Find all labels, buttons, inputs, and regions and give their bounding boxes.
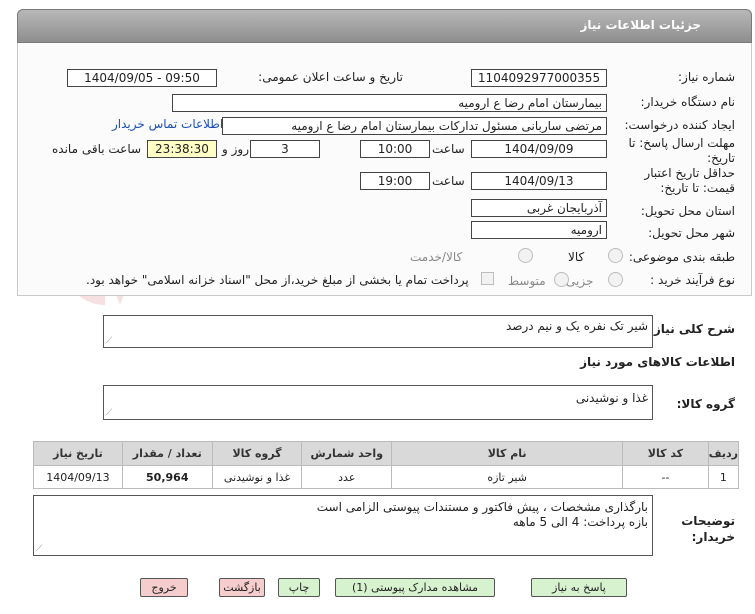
cell-goods-name: شیر تازه xyxy=(391,465,624,489)
goods-group-label: گروه کالا: xyxy=(676,397,735,411)
col-header-goods-group: گروه کالا xyxy=(211,441,303,466)
goods-table: تاریخ نیاز تعداد / مقدار گروه کالا واحد … xyxy=(33,441,740,489)
announce-date-field: 1404/09/05 - 09:50 xyxy=(67,69,217,87)
province-field: آذربایجان غربی xyxy=(471,199,607,217)
need-number-field: 1104092977000355 xyxy=(471,69,607,87)
payment-note: پرداخت تمام یا بخشی از مبلغ خرید،از محل … xyxy=(86,273,469,287)
city-label: شهر محل تحویل: xyxy=(648,226,735,240)
notes-line-1: بارگذاری مشخصات ، پیش فاکتور و مستندات پ… xyxy=(316,500,648,514)
resize-grip-icon: ⟋ xyxy=(36,544,43,554)
goods-group-text: غذا و نوشیدنی xyxy=(575,391,648,405)
deadline-label-2: تاریخ: xyxy=(707,151,735,165)
resize-grip-icon: ⟋ xyxy=(106,408,113,418)
validity-date-field: 1404/09/13 xyxy=(471,172,607,190)
table-header-row: تاریخ نیاز تعداد / مقدار گروه کالا واحد … xyxy=(33,441,740,466)
summary-text: شیر تک نفره یک و نیم درصد xyxy=(505,319,648,333)
cell-row-number: 1 xyxy=(707,465,740,489)
remaining-label: ساعت باقی مانده xyxy=(52,142,142,156)
table-row: 1404/09/13 50,964 غذا و نوشیدنی عدد شیر … xyxy=(33,465,740,489)
process-radio-medium[interactable] xyxy=(554,272,569,287)
cell-goods-code: -- xyxy=(622,465,709,489)
back-button[interactable]: بازگشت xyxy=(219,578,265,597)
cell-quantity: 50,964 xyxy=(121,465,213,489)
col-header-quantity: تعداد / مقدار xyxy=(121,441,213,466)
goods-group-textarea: غذا و نوشیدنی ⟋ xyxy=(103,385,653,420)
days-label: روز و xyxy=(222,142,249,156)
col-header-goods-name: نام کالا xyxy=(391,441,624,466)
resize-grip-icon: ⟋ xyxy=(106,336,113,346)
goods-section-title: اطلاعات کالاهای مورد نیاز xyxy=(580,355,735,369)
col-header-row: ردیف xyxy=(707,441,740,466)
process-option-minor: جزیی xyxy=(566,274,594,288)
deadline-label: مهلت ارسال پاسخ: تا xyxy=(628,136,735,150)
category-label: طبقه بندی موضوعی: xyxy=(628,250,735,264)
buyer-org-label: نام دستگاه خریدار: xyxy=(640,95,736,109)
creator-label: ایجاد کننده درخواست: xyxy=(624,118,735,132)
notes-label: توضیحات xyxy=(681,514,735,528)
deadline-date-field: 1404/09/09 xyxy=(471,140,607,158)
province-label: استان محل تحویل: xyxy=(640,204,735,218)
validity-time-label: ساعت xyxy=(432,174,465,188)
col-header-goods-code: کد کالا xyxy=(622,441,709,466)
page-header: جزئیات اطلاعات نیاز xyxy=(17,9,752,43)
cell-need-date: 1404/09/13 xyxy=(33,465,123,489)
exit-button[interactable]: خروج xyxy=(140,578,188,597)
view-attachments-button[interactable]: مشاهده مدارک پیوستی (1) xyxy=(335,578,495,597)
process-radio-minor[interactable] xyxy=(608,272,623,287)
cell-goods-group: غذا و نوشیدنی xyxy=(211,465,303,489)
creator-field: مرتضی ساربانی مسئول تدارکات بیمارستان ام… xyxy=(222,117,607,135)
category-radio-goods-service[interactable] xyxy=(518,248,533,263)
print-button[interactable]: چاپ xyxy=(278,578,320,597)
treasury-checkbox[interactable] xyxy=(481,272,494,285)
category-option-goods-service: کالا/خدمت xyxy=(410,250,463,264)
validity-label: حداقل تاریخ اعتبار xyxy=(644,166,735,180)
process-label: نوع فرآیند خرید : xyxy=(650,273,735,287)
cell-unit: عدد xyxy=(301,465,393,489)
category-radio-goods[interactable] xyxy=(608,248,623,263)
notes-textarea: بارگذاری مشخصات ، پیش فاکتور و مستندات پ… xyxy=(33,495,653,556)
buyer-org-field: بیمارستان امام رضا ع ارومیه xyxy=(172,94,607,112)
notes-label-2: خریدار: xyxy=(691,530,735,544)
remaining-time-field: 23:38:30 xyxy=(147,140,217,158)
validity-time-field: 19:00 xyxy=(360,172,430,190)
category-option-goods: کالا xyxy=(568,250,585,264)
summary-label: شرح کلی نیاز: xyxy=(649,322,735,336)
deadline-time-label: ساعت xyxy=(432,142,465,156)
validity-label-2: قیمت: تا تاریخ: xyxy=(660,181,735,195)
deadline-time-field: 10:00 xyxy=(360,140,430,158)
need-number-label: شماره نیاز: xyxy=(678,70,735,84)
announce-date-label: تاریخ و ساعت اعلان عمومی: xyxy=(258,70,403,84)
process-option-medium: متوسط xyxy=(508,274,546,288)
contact-info-link[interactable]: اطلاعات تماس خریدار xyxy=(112,117,223,131)
summary-textarea: شیر تک نفره یک و نیم درصد ⟋ xyxy=(103,315,653,348)
city-field: ارومیه xyxy=(471,221,607,239)
col-header-need-date: تاریخ نیاز xyxy=(33,441,123,466)
reply-button[interactable]: پاسخ به نیاز xyxy=(531,578,627,597)
days-field: 3 xyxy=(250,140,320,158)
notes-line-2: بازه پرداخت: 4 الی 5 ماهه xyxy=(512,515,648,529)
page-title: جزئیات اطلاعات نیاز xyxy=(580,18,701,32)
col-header-unit: واحد شمارش xyxy=(301,441,393,466)
